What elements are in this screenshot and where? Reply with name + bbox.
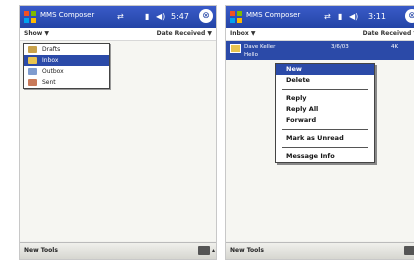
folder-item-sent[interactable]: Sent <box>24 77 109 88</box>
menu-item-forward[interactable]: Forward <box>276 115 374 126</box>
folder-label: Drafts <box>42 46 61 53</box>
outbox-folder-icon <box>28 68 37 75</box>
menu-item-delete[interactable]: Delete <box>276 75 374 86</box>
folder-dropdown-menu: Drafts Inbox Outbox Sent <box>23 43 110 89</box>
keyboard-icon[interactable] <box>404 246 414 255</box>
volume-icon[interactable]: ◀) <box>156 11 165 23</box>
left-phone-screen: MMS Composer ⇄ ▮ ◀) 5:47 ⊗ Show ▼ Date R… <box>19 5 217 260</box>
signal-icon[interactable]: ▮ <box>145 11 149 23</box>
menu-separator <box>282 147 368 148</box>
drafts-folder-icon <box>28 46 37 53</box>
folder-item-drafts[interactable]: Drafts <box>24 44 109 55</box>
clock-time[interactable]: 3:11 <box>368 11 386 23</box>
folder-label: Sent <box>42 79 56 86</box>
folder-item-inbox[interactable]: Inbox <box>24 55 109 66</box>
title-bar: MMS Composer ⇄ ▮ ◀) 5:47 ⊗ <box>20 6 216 28</box>
filter-bar: Inbox ▼ Date Received ▼ <box>226 28 414 41</box>
connectivity-icon[interactable]: ⇄ <box>117 11 124 23</box>
context-menu: New Delete Reply Reply All Forward Mark … <box>275 63 375 163</box>
ok-button[interactable]: ⊗ <box>405 9 414 23</box>
menu-item-new[interactable]: New <box>276 64 374 75</box>
menu-separator <box>282 89 368 90</box>
message-date: 3/6/03 <box>331 44 349 50</box>
show-folder-dropdown[interactable]: Show ▼ <box>24 28 49 40</box>
menu-bar: New Tools ▴ <box>20 242 216 259</box>
sort-dropdown[interactable]: Date Received ▼ <box>157 28 212 40</box>
signal-icon[interactable]: ▮ <box>338 11 342 23</box>
message-row[interactable]: Dave Keller 3/6/03 4K Hello <box>226 41 414 60</box>
input-selector-arrow-icon[interactable]: ▴ <box>212 247 215 254</box>
windows-start-icon[interactable] <box>229 10 243 24</box>
app-title: MMS Composer <box>40 11 95 19</box>
message-sender: Dave Keller <box>244 44 276 50</box>
windows-start-icon[interactable] <box>23 10 37 24</box>
new-tools-menu[interactable]: New Tools <box>230 247 264 254</box>
message-size: 4K <box>391 44 399 50</box>
clock-time[interactable]: 5:47 <box>171 11 189 23</box>
folder-dropdown[interactable]: Inbox ▼ <box>230 28 256 40</box>
menu-separator <box>282 129 368 130</box>
menu-bar: New Tools ▴ <box>226 242 414 259</box>
app-title: MMS Composer <box>246 11 301 19</box>
menu-item-reply[interactable]: Reply <box>276 93 374 104</box>
keyboard-icon[interactable] <box>198 246 210 255</box>
ok-button[interactable]: ⊗ <box>199 9 213 23</box>
message-subject: Hello <box>244 52 258 58</box>
filter-bar: Show ▼ Date Received ▼ <box>20 28 216 41</box>
sent-folder-icon <box>28 79 37 86</box>
right-phone-screen: MMS Composer ⇄ ▮ ◀) 3:11 ⊗ Inbox ▼ Date … <box>225 5 414 260</box>
connectivity-icon[interactable]: ⇄ <box>324 11 331 23</box>
message-icon <box>230 44 241 53</box>
menu-item-reply-all[interactable]: Reply All <box>276 104 374 115</box>
new-tools-menu[interactable]: New Tools <box>24 247 58 254</box>
title-bar: MMS Composer ⇄ ▮ ◀) 3:11 ⊗ <box>226 6 414 28</box>
folder-label: Inbox <box>42 57 59 64</box>
folder-label: Outbox <box>42 68 64 75</box>
inbox-folder-icon <box>28 57 37 64</box>
folder-item-outbox[interactable]: Outbox <box>24 66 109 77</box>
volume-icon[interactable]: ◀) <box>349 11 358 23</box>
sort-dropdown[interactable]: Date Received ▼ <box>363 28 414 40</box>
menu-item-mark-unread[interactable]: Mark as Unread <box>276 133 374 144</box>
menu-item-message-info[interactable]: Message Info <box>276 151 374 162</box>
